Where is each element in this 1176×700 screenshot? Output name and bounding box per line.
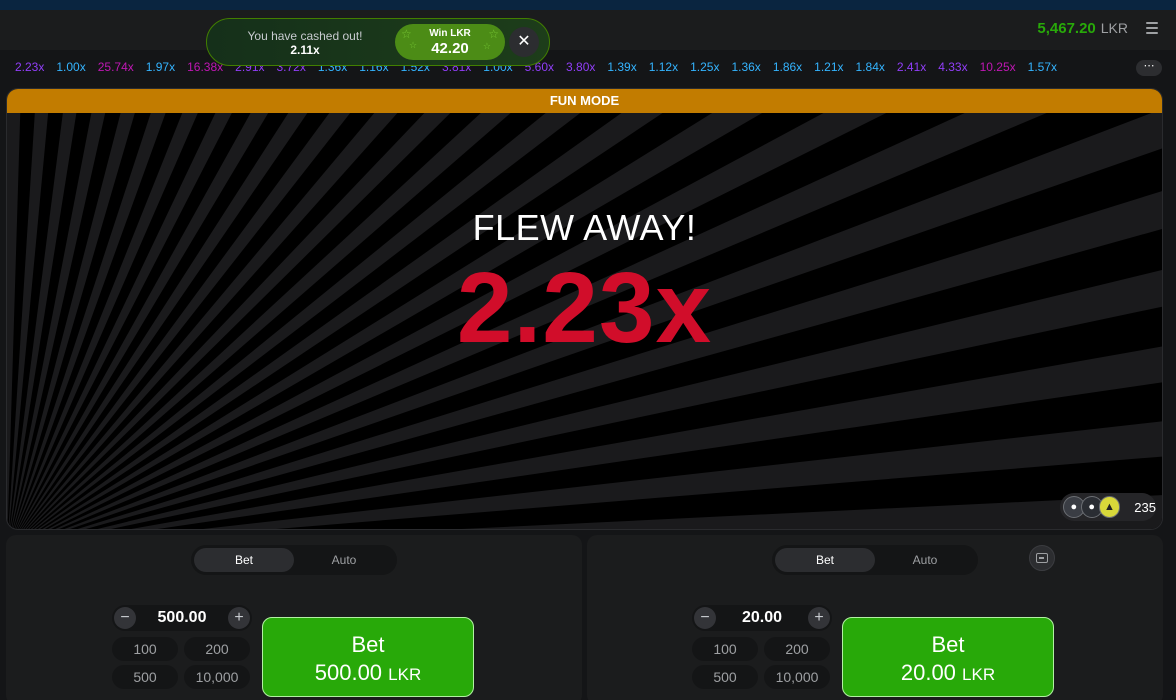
history-multiplier[interactable]: 1.57x: [1028, 60, 1057, 74]
quick-amount-100[interactable]: 100: [112, 637, 178, 661]
bet-panel-1: Bet Auto − 500.00 + 100 200 500 10,000 B…: [6, 535, 582, 700]
history-multiplier[interactable]: 1.25x: [690, 60, 719, 74]
history-multiplier[interactable]: 25.74x: [98, 60, 134, 74]
players-online[interactable]: ● ● ▲ 235: [1060, 493, 1156, 521]
players-count: 235: [1134, 499, 1156, 515]
minus-box-icon: [1036, 553, 1048, 563]
star-icon: ☆: [409, 40, 418, 50]
history-more-button[interactable]: ⋯: [1136, 60, 1162, 76]
bet-button-amount: 500.00: [314, 660, 383, 685]
tab-bet[interactable]: Bet: [775, 548, 875, 572]
top-bar: 5,467.20 LKR: [0, 10, 1176, 50]
history-multiplier[interactable]: 1.21x: [814, 60, 843, 74]
quick-amount-500[interactable]: 500: [692, 665, 758, 689]
cashout-multiplier: 2.11x: [290, 43, 320, 57]
win-badge: ☆ ☆ ☆ ☆ Win LKR 42.20: [395, 24, 505, 60]
bet-button-label: Bet: [931, 632, 965, 657]
history-multiplier[interactable]: 1.39x: [607, 60, 636, 74]
cashout-toast: You have cashed out! 2.11x ☆ ☆ ☆ ☆ Win L…: [206, 18, 550, 66]
bet-button-amount-row: 500.00 LKR: [263, 660, 473, 686]
bet-mode-tabs: Bet Auto: [772, 545, 978, 575]
cashout-message: You have cashed out!: [247, 29, 363, 43]
bet-button-amount-row: 20.00 LKR: [843, 660, 1053, 686]
menu-icon[interactable]: [1146, 22, 1158, 34]
star-icon: ☆: [401, 27, 412, 41]
increase-button[interactable]: +: [228, 607, 250, 629]
quick-amount-200[interactable]: 200: [764, 637, 830, 661]
tab-auto[interactable]: Auto: [875, 548, 975, 572]
decrease-button[interactable]: −: [114, 607, 136, 629]
history-multiplier[interactable]: 1.36x: [731, 60, 760, 74]
quick-amount-500[interactable]: 500: [112, 665, 178, 689]
bet-amount-input[interactable]: 20.00: [716, 609, 808, 627]
bet-button[interactable]: Bet 20.00 LKR: [842, 617, 1054, 697]
bet-button-label: Bet: [351, 632, 385, 657]
tab-bet[interactable]: Bet: [194, 548, 294, 572]
game-app: 5,467.20 LKR 2.23x 1.00x 25.74x 1.97x 16.38x…: [0, 10, 1176, 700]
bet-button-amount: 20.00: [900, 660, 956, 685]
balance: 5,467.20 LKR: [1037, 20, 1128, 37]
decrease-button[interactable]: −: [694, 607, 716, 629]
history-multiplier[interactable]: 10.25x: [980, 60, 1016, 74]
history-multiplier[interactable]: 1.86x: [773, 60, 802, 74]
history-multiplier[interactable]: 4.33x: [938, 60, 967, 74]
round-status: FLEW AWAY!: [472, 207, 697, 248]
history-multiplier[interactable]: 3.80x: [566, 60, 595, 74]
quick-amount-200[interactable]: 200: [184, 637, 250, 661]
increase-button[interactable]: +: [808, 607, 830, 629]
balance-amount: 5,467.20: [1037, 20, 1096, 37]
history-multiplier[interactable]: 1.97x: [146, 60, 175, 74]
bet-amount-input[interactable]: 500.00: [136, 609, 228, 627]
history-multiplier[interactable]: 1.00x: [56, 60, 85, 74]
bet-button[interactable]: Bet 500.00 LKR: [262, 617, 474, 697]
avatar: ▲: [1098, 496, 1121, 518]
bet-amount-stepper: − 20.00 +: [692, 605, 832, 631]
history-multiplier[interactable]: 1.84x: [856, 60, 885, 74]
bet-button-currency: LKR: [388, 665, 422, 684]
history-multiplier[interactable]: 2.23x: [15, 60, 44, 74]
quick-amount-10000[interactable]: 10,000: [764, 665, 830, 689]
quick-amount-100[interactable]: 100: [692, 637, 758, 661]
remove-panel-button[interactable]: [1029, 545, 1055, 571]
cashout-message-box: You have cashed out! 2.11x: [235, 29, 375, 57]
bet-button-currency: LKR: [962, 665, 996, 684]
bet-panel-2: Bet Auto − 20.00 + 100 200 500 10,000 Be…: [587, 535, 1163, 700]
quick-amount-10000[interactable]: 10,000: [184, 665, 250, 689]
bet-amount-stepper: − 500.00 +: [112, 605, 252, 631]
game-stage: FUN MODE FLEW AWAY! 2.23x ● ● ▲ 235: [6, 88, 1163, 530]
crash-multiplier: 2.23x: [456, 252, 713, 364]
close-icon[interactable]: ✕: [509, 27, 539, 57]
fun-mode-banner: FUN MODE: [7, 89, 1162, 113]
tab-auto[interactable]: Auto: [294, 548, 394, 572]
balance-currency: LKR: [1100, 20, 1128, 36]
history-multiplier[interactable]: 1.12x: [649, 60, 678, 74]
history-multiplier[interactable]: 2.41x: [897, 60, 926, 74]
star-icon: ☆: [482, 41, 491, 51]
bet-mode-tabs: Bet Auto: [191, 545, 397, 575]
multiplier-history: 2.23x 1.00x 25.74x 1.97x 16.38x 2.91x 3.72x 1.3…: [0, 50, 1176, 86]
star-icon: ☆: [488, 27, 499, 41]
